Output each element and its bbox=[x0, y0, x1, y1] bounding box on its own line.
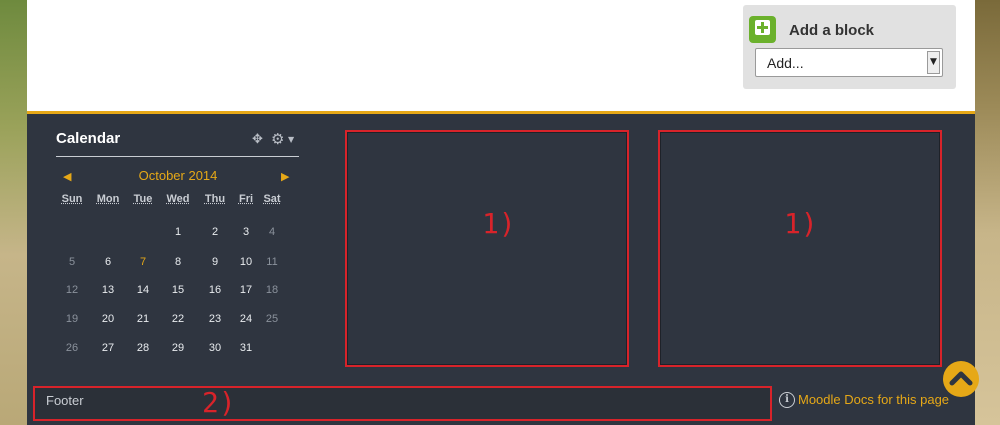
calendar-day: 18 bbox=[265, 284, 279, 296]
block-region-1-right bbox=[658, 130, 942, 367]
calendar-day: 12 bbox=[65, 284, 79, 296]
calendar-day: 1 bbox=[174, 226, 182, 238]
calendar-day: 6 bbox=[104, 256, 112, 268]
add-block-panel: Add a block Add... ▼ bbox=[743, 5, 956, 89]
chevron-down-icon[interactable]: ▼ bbox=[927, 51, 940, 74]
calendar-day: 14 bbox=[136, 284, 150, 296]
info-icon: i bbox=[779, 392, 795, 408]
calendar-day: 16 bbox=[208, 284, 222, 296]
footer-text-region bbox=[33, 386, 772, 421]
plus-square-icon bbox=[749, 16, 776, 43]
calendar-day: 2 bbox=[211, 226, 219, 238]
back-to-top-button[interactable] bbox=[943, 361, 979, 397]
block-region-1-left bbox=[345, 130, 629, 367]
background-photo-right bbox=[975, 0, 1000, 425]
next-month-icon[interactable]: ▶ bbox=[281, 170, 289, 183]
calendar-day: 31 bbox=[239, 342, 253, 354]
calendar-weekday-sun: Sun bbox=[61, 193, 83, 205]
calendar-day: 27 bbox=[101, 342, 115, 354]
annotation-label-1-right: 1) bbox=[784, 207, 818, 240]
calendar-day: 9 bbox=[211, 256, 219, 268]
calendar-day: 4 bbox=[268, 226, 276, 238]
add-block-title: Add a block bbox=[789, 22, 875, 39]
calendar-day: 11 bbox=[266, 256, 278, 268]
calendar-day: 29 bbox=[171, 342, 185, 354]
calendar-day: 25 bbox=[265, 313, 279, 325]
calendar-month-label[interactable]: October 2014 bbox=[108, 168, 248, 183]
calendar-weekday-sat: Sat bbox=[263, 193, 281, 205]
calendar-day: 5 bbox=[68, 256, 76, 268]
calendar-block-title: Calendar bbox=[56, 130, 121, 147]
calendar-day: 26 bbox=[65, 342, 79, 354]
calendar-day: 15 bbox=[171, 284, 185, 296]
background-photo-left bbox=[0, 0, 27, 425]
chevron-up-icon bbox=[949, 371, 973, 386]
gear-icon[interactable]: ⚙ bbox=[271, 131, 284, 147]
calendar-weekday-wed: Wed bbox=[166, 193, 190, 205]
calendar-divider bbox=[56, 156, 299, 157]
annotation-label-1-left: 1) bbox=[482, 207, 516, 240]
calendar-day: 23 bbox=[208, 313, 222, 325]
add-block-select[interactable]: Add... ▼ bbox=[755, 48, 943, 77]
moodle-docs-link[interactable]: Moodle Docs for this page bbox=[798, 392, 949, 407]
calendar-day: 30 bbox=[208, 342, 222, 354]
calendar-weekday-tue: Tue bbox=[133, 193, 153, 205]
calendar-weekday-mon: Mon bbox=[96, 193, 120, 205]
calendar-day: 19 bbox=[65, 313, 79, 325]
calendar-day: 22 bbox=[171, 313, 185, 325]
calendar-day: 20 bbox=[101, 313, 115, 325]
calendar-day: 7 bbox=[139, 256, 147, 268]
calendar-day: 21 bbox=[136, 313, 150, 325]
move-icon[interactable]: ✥ bbox=[252, 133, 263, 147]
add-block-select-value: Add... bbox=[767, 55, 804, 71]
calendar-day: 13 bbox=[101, 284, 115, 296]
calendar-day: 8 bbox=[174, 256, 182, 268]
calendar-weekday-thu: Thu bbox=[204, 193, 226, 205]
calendar-day: 28 bbox=[136, 342, 150, 354]
caret-down-icon[interactable]: ▼ bbox=[288, 135, 294, 144]
annotation-label-2: 2) bbox=[202, 386, 236, 419]
footer-text: Footer bbox=[46, 393, 84, 408]
previous-month-icon[interactable]: ◀ bbox=[63, 170, 71, 183]
